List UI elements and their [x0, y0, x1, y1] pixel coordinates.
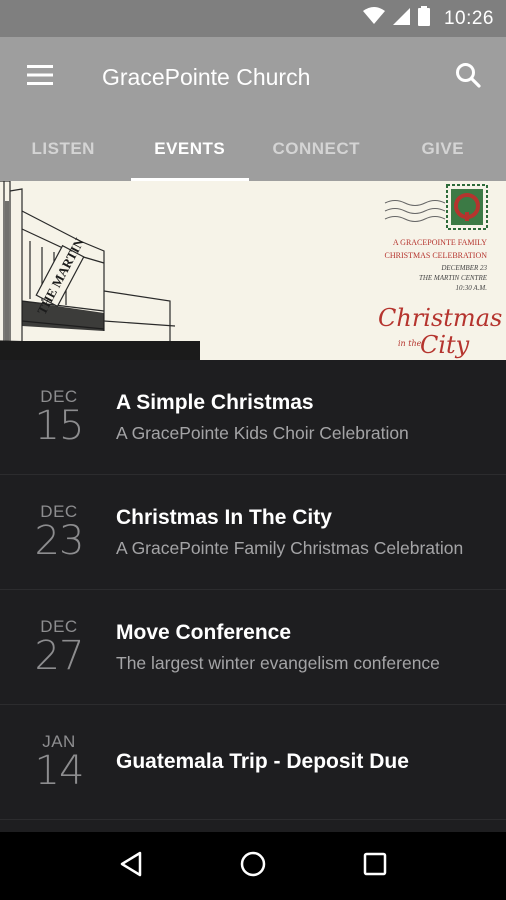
event-subtitle: The largest winter evangelism conference: [116, 652, 440, 673]
search-icon: [455, 62, 481, 93]
app-title: GracePointe Church: [102, 63, 311, 90]
event-date: DEC 23: [0, 503, 116, 564]
event-title: Move Conference: [116, 620, 292, 644]
event-title: A Simple Christmas: [116, 390, 314, 414]
signal-icon: [392, 7, 410, 30]
event-date: DEC 27: [0, 618, 116, 679]
event-banner[interactable]: THE MARTIN A GRACEPOINTE FAMILY CHRISTMA…: [0, 181, 506, 360]
invite-time: 10:30 A.M.: [455, 284, 487, 292]
event-list: DEC 15 A Simple Christmas A GracePointe …: [0, 360, 506, 820]
script-in-the: in the: [398, 339, 422, 348]
battery-icon: [417, 6, 430, 31]
back-button[interactable]: [101, 836, 161, 896]
app-bar: GracePointe Church: [0, 37, 506, 117]
event-date: DEC 15: [0, 388, 116, 449]
recents-icon: [363, 852, 387, 881]
event-row[interactable]: DEC 15 A Simple Christmas A GracePointe …: [0, 360, 506, 475]
search-button[interactable]: [430, 37, 506, 117]
invite-line-2: CHRISTMAS CELEBRATION: [385, 251, 488, 260]
back-icon: [119, 851, 143, 882]
event-day: 27: [34, 633, 85, 679]
event-title: Christmas In The City: [116, 505, 332, 529]
home-button[interactable]: [223, 836, 283, 896]
tab-give[interactable]: GIVE: [380, 117, 506, 181]
menu-icon: [27, 64, 53, 90]
event-day: 15: [34, 403, 85, 449]
system-nav-bar: [0, 832, 506, 900]
tab-bar: LISTEN EVENTS CONNECT GIVE: [0, 117, 506, 181]
event-day: 14: [34, 748, 85, 794]
invite-date: DECEMBER 23: [440, 264, 487, 272]
event-subtitle: A GracePointe Family Christmas Celebrati…: [116, 537, 464, 558]
banner-illustration: THE MARTIN A GRACEPOINTE FAMILY CHRISTMA…: [0, 181, 506, 360]
event-date: JAN 14: [0, 733, 116, 794]
tab-connect[interactable]: CONNECT: [253, 117, 380, 181]
stamp-icon: [446, 184, 488, 230]
menu-button[interactable]: [0, 37, 80, 117]
event-subtitle: A GracePointe Kids Choir Celebration: [116, 422, 409, 443]
invite-line-1: A GRACEPOINTE FAMILY: [393, 238, 487, 247]
script-city: City: [420, 331, 470, 359]
invite-venue: THE MARTIN CENTRE: [419, 274, 488, 282]
event-title: Guatemala Trip - Deposit Due: [116, 750, 409, 773]
wifi-icon: [362, 7, 385, 30]
status-time: 10:26: [443, 7, 494, 29]
home-icon: [240, 851, 266, 882]
event-row[interactable]: JAN 14 Guatemala Trip - Deposit Due: [0, 705, 506, 820]
status-bar: 10:26: [0, 0, 506, 37]
recents-button[interactable]: [345, 836, 405, 896]
tab-events[interactable]: EVENTS: [127, 117, 254, 181]
event-row[interactable]: DEC 27 Move Conference The largest winte…: [0, 590, 506, 705]
event-row[interactable]: DEC 23 Christmas In The City A GracePoin…: [0, 475, 506, 590]
tab-listen[interactable]: LISTEN: [0, 117, 127, 181]
script-christmas: Christmas: [378, 304, 502, 332]
event-day: 23: [34, 518, 85, 564]
